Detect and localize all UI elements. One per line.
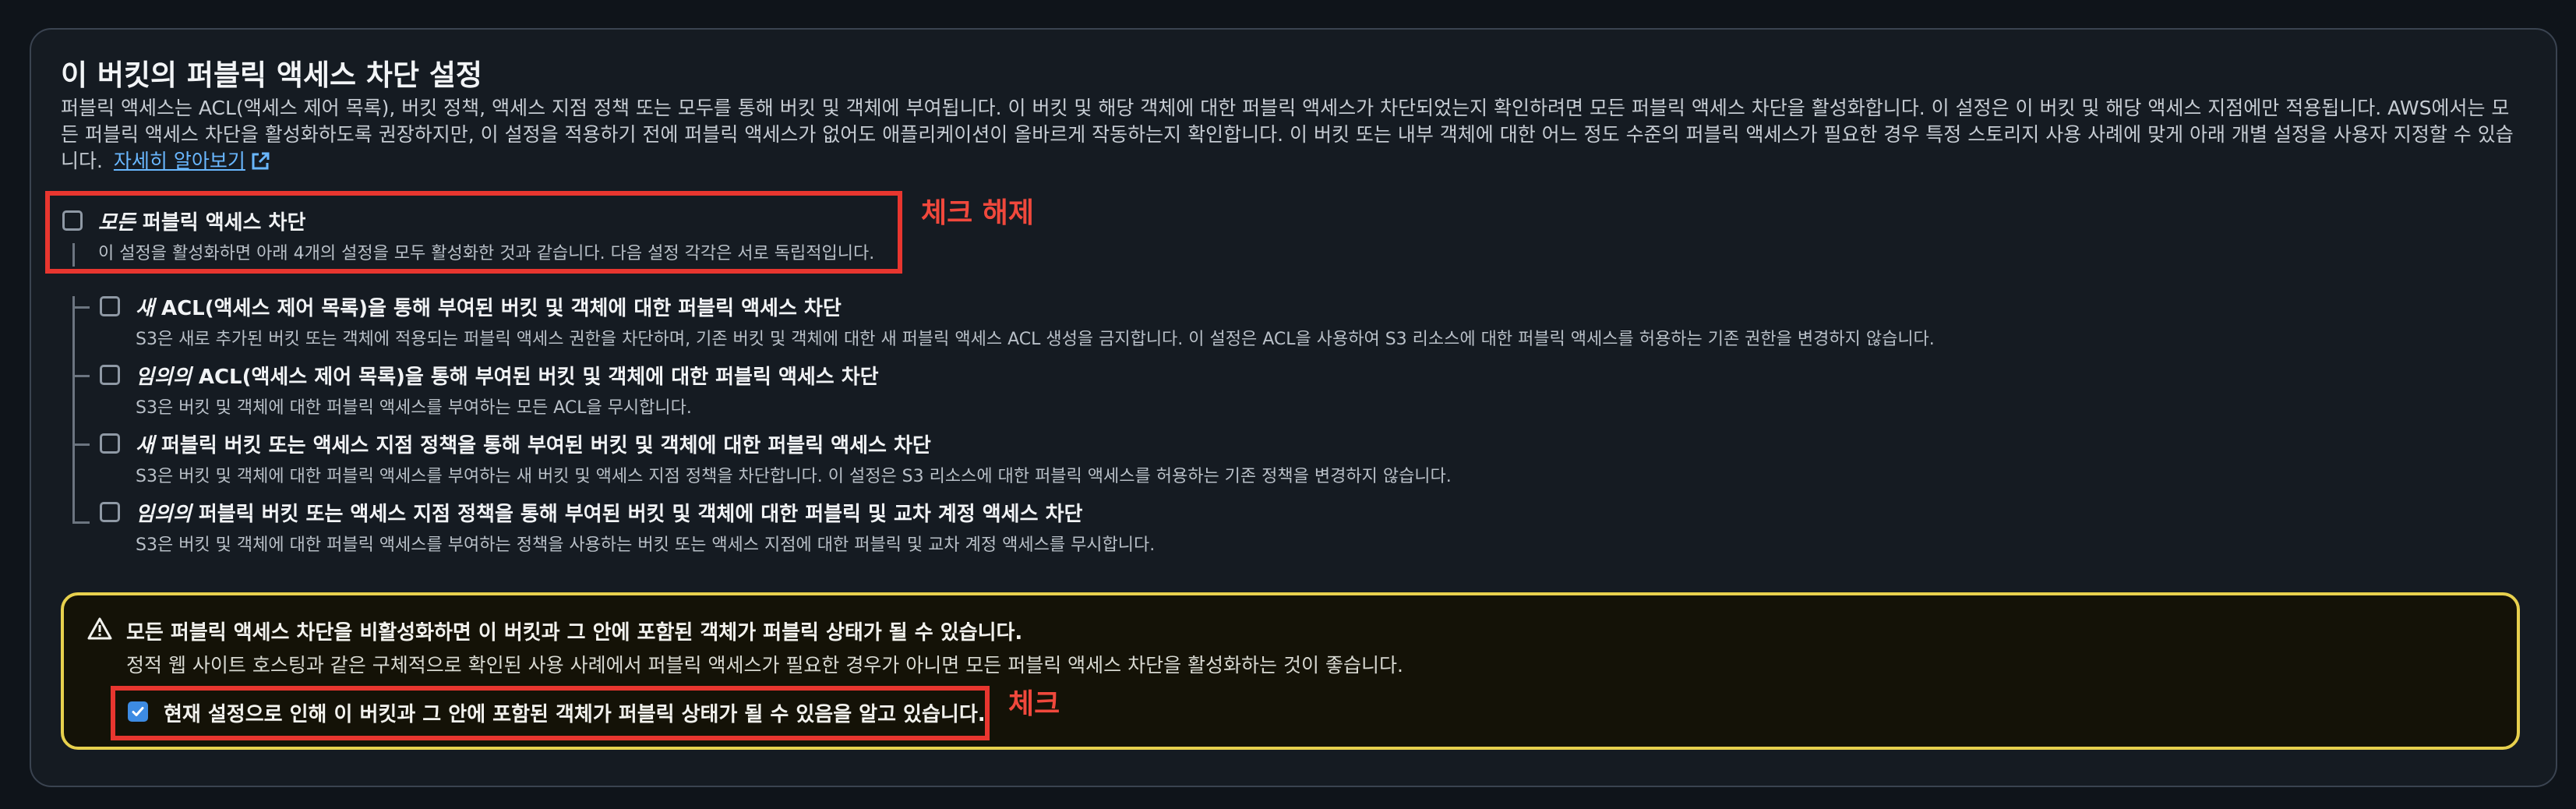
block-new-policy-subtitle: S3은 버킷 및 객체에 대한 퍼블릭 액세스를 부여하는 새 버킷 및 액세스… bbox=[136, 467, 1452, 486]
block-any-acl-checkbox[interactable] bbox=[100, 365, 120, 385]
block-new-policy-checkbox[interactable] bbox=[100, 433, 120, 454]
block-new-policy-title-text: 퍼블릭 버킷 또는 액세스 지점 정책을 통해 부여된 버킷 및 객체에 대한 … bbox=[154, 434, 931, 457]
uncheck-highlight-box bbox=[45, 191, 902, 274]
block-new-acl-checkbox[interactable] bbox=[100, 296, 120, 316]
block-any-policy-title: 임의의 퍼블릭 버킷 또는 액세스 지점 정책을 통해 부여된 버킷 및 객체에… bbox=[136, 498, 1082, 527]
description-text: 퍼블릭 액세스는 ACL(액세스 제어 목록), 버킷 정책, 액세스 지점 정… bbox=[61, 97, 2514, 172]
block-any-acl-title: 임의의 ACL(액세스 제어 목록)을 통해 부여된 버킷 및 객체에 대한 퍼… bbox=[136, 361, 879, 390]
check-annotation: 체크 bbox=[1008, 688, 1060, 720]
section-title: 이 버킷의 퍼블릭 액세스 차단 설정 bbox=[61, 58, 482, 92]
block-any-policy-title-text: 퍼블릭 버킷 또는 액세스 지점 정책을 통해 부여된 버킷 및 객체에 대한 … bbox=[191, 503, 1083, 526]
check-highlight-box bbox=[111, 686, 990, 740]
block-new-acl-title-emphasis: 새 bbox=[136, 297, 154, 320]
block-any-policy-title-emphasis: 임의의 bbox=[136, 503, 192, 526]
warning-title: 모든 퍼블릭 액세스 차단을 비활성화하면 이 버킷과 그 안에 포함된 객체가… bbox=[126, 621, 1023, 645]
tree-connector-top bbox=[72, 243, 75, 267]
block-any-acl-subtitle: S3은 버킷 및 객체에 대한 퍼블릭 액세스를 부여하는 모든 ACL을 무시… bbox=[136, 398, 692, 418]
section-description: 퍼블릭 액세스는 ACL(액세스 제어 목록), 버킷 정책, 액세스 지점 정… bbox=[61, 95, 2515, 175]
warning-icon bbox=[87, 617, 112, 644]
tree-connector-branch-4 bbox=[72, 521, 90, 524]
warning-text: 정적 웹 사이트 호스팅과 같은 구체적으로 확인된 사용 사례에서 퍼블릭 액… bbox=[126, 654, 1403, 677]
block-new-acl-title-text: ACL(액세스 제어 목록)을 통해 부여된 버킷 및 객체에 대한 퍼블릭 액… bbox=[154, 297, 842, 320]
block-new-acl-title: 새 ACL(액세스 제어 목록)을 통해 부여된 버킷 및 객체에 대한 퍼블릭… bbox=[136, 292, 842, 321]
tree-connector-branch-2 bbox=[72, 375, 90, 377]
external-link-icon[interactable] bbox=[250, 151, 270, 171]
block-any-policy-checkbox[interactable] bbox=[100, 502, 120, 522]
tree-connector-branch-1 bbox=[72, 306, 90, 309]
block-new-policy-title-emphasis: 새 bbox=[136, 434, 154, 457]
uncheck-annotation: 체크 해제 bbox=[921, 197, 1035, 229]
block-any-acl-title-text: ACL(액세스 제어 목록)을 통해 부여된 버킷 및 객체에 대한 퍼블릭 액… bbox=[191, 366, 879, 389]
block-any-policy-subtitle: S3은 버킷 및 객체에 대한 퍼블릭 액세스를 부여하는 정책을 사용하는 버… bbox=[136, 535, 1156, 555]
block-any-acl-title-emphasis: 임의의 bbox=[136, 366, 192, 389]
block-new-policy-title: 새 퍼블릭 버킷 또는 액세스 지점 정책을 통해 부여된 버킷 및 객체에 대… bbox=[136, 429, 931, 458]
tree-connector-vertical bbox=[72, 296, 75, 522]
learn-more-link[interactable]: 자세히 알아보기 bbox=[114, 150, 245, 172]
tree-connector-branch-3 bbox=[72, 443, 90, 446]
block-new-acl-subtitle: S3은 새로 추가된 버킷 또는 객체에 적용되는 퍼블릭 액세스 권한을 차단… bbox=[136, 330, 1935, 349]
